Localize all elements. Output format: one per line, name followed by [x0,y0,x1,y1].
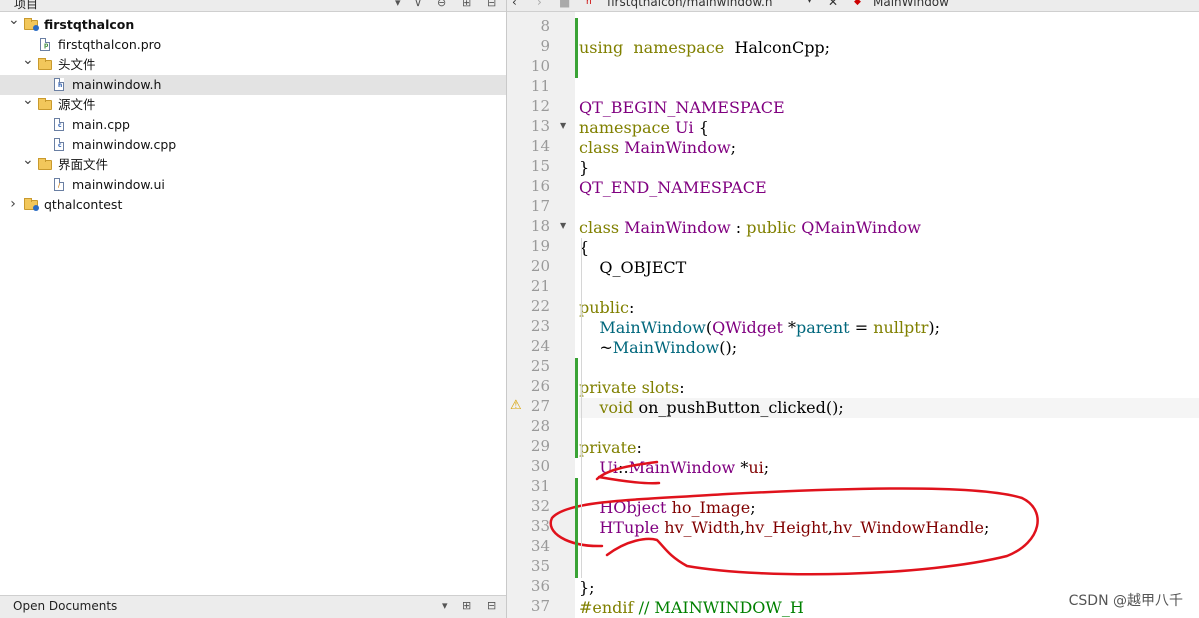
tree-item-label: mainwindow.h [72,77,162,92]
tree-item[interactable]: ⌄ 界面文件 [0,152,506,175]
open-documents-dropdown-icon[interactable]: ▾ [442,599,448,612]
tree-item-label: firstqthalcon [44,17,135,32]
tree-item[interactable]: / mainwindow.ui [0,175,506,195]
expand-arrow-icon[interactable]: ⌄ [8,10,20,30]
change-marker [575,358,578,458]
open-documents-close-icon[interactable]: ⊟ [487,599,496,612]
tree-item[interactable]: ⌄ 头文件 [0,52,506,75]
sync-link-icon[interactable]: ⊖ [437,0,446,9]
tree-item-label: 源文件 [58,97,96,112]
project-folder-icon [24,18,39,32]
tree-item[interactable]: ⌄ 源文件 [0,92,506,115]
expand-arrow-icon[interactable]: ⌄ [22,50,34,70]
view-dropdown-icon[interactable]: ▾ [395,0,401,9]
project-tree: ⌄ firstqthalcon p firstqthalcon.pro ⌄ 头文件 h mai… [0,12,506,215]
header-file-icon: h [52,78,66,92]
expand-arrow-icon[interactable]: ⌄ [22,150,34,170]
indent-guide [581,278,582,578]
close-pane-icon[interactable]: ⊟ [487,0,496,9]
indent-guide [581,238,582,278]
tree-item-label: mainwindow.cpp [72,137,177,152]
project-folder-icon [24,198,39,212]
tree-item[interactable]: c main.cpp [0,115,506,135]
split-icon[interactable]: ⊞ [462,0,471,9]
watermark: CSDN @越甲八千 [1068,593,1183,609]
tree-item-label: firstqthalcon.pro [58,37,162,52]
open-documents-bar: Open Documents ▾ ⊞ ⊟ [0,595,506,618]
pro-file-icon: p [38,38,52,52]
ui-file-icon: / [52,178,66,192]
expand-arrow-icon[interactable]: ⌄ [22,90,34,110]
tree-item-label: 界面文件 [58,157,109,172]
filter-icon[interactable]: ⊽ [414,0,422,9]
form-folder-icon [38,158,52,172]
tree-item[interactable]: › qthalcontest [0,195,506,215]
project-panel-header: 项目 ▾ ⊽ ⊖ ⊞ ⊟ [0,0,506,12]
tree-item-label: mainwindow.ui [72,177,165,192]
tree-item[interactable]: c mainwindow.cpp [0,135,506,155]
change-marker [575,478,578,578]
cpp-file-icon: c [52,138,66,152]
tree-item-label: qthalcontest [44,197,123,212]
source-folder-icon [38,98,52,112]
tree-item[interactable]: ⌄ firstqthalcon [0,12,506,35]
collapse-arrow-icon[interactable]: › [8,194,18,214]
open-documents-split-icon[interactable]: ⊞ [462,599,471,612]
code-editor[interactable]: ‹ › ■ h firstqthalcon/mainwindow.h ▾ ✕ ◆… [507,0,1199,618]
change-marker [575,18,578,78]
red-annotation-circle [549,460,1039,576]
header-folder-icon [38,58,52,72]
open-documents-title: Open Documents [13,599,118,613]
cpp-file-icon: c [52,118,66,132]
tree-item[interactable]: p firstqthalcon.pro [0,35,506,55]
tree-item-label: 头文件 [58,57,96,72]
tree-item-label: main.cpp [72,117,130,132]
project-panel: 项目 ▾ ⊽ ⊖ ⊞ ⊟ ⌄ firstqthalcon p firstqthalco… [0,0,507,618]
tree-item[interactable]: h mainwindow.h [0,75,506,95]
